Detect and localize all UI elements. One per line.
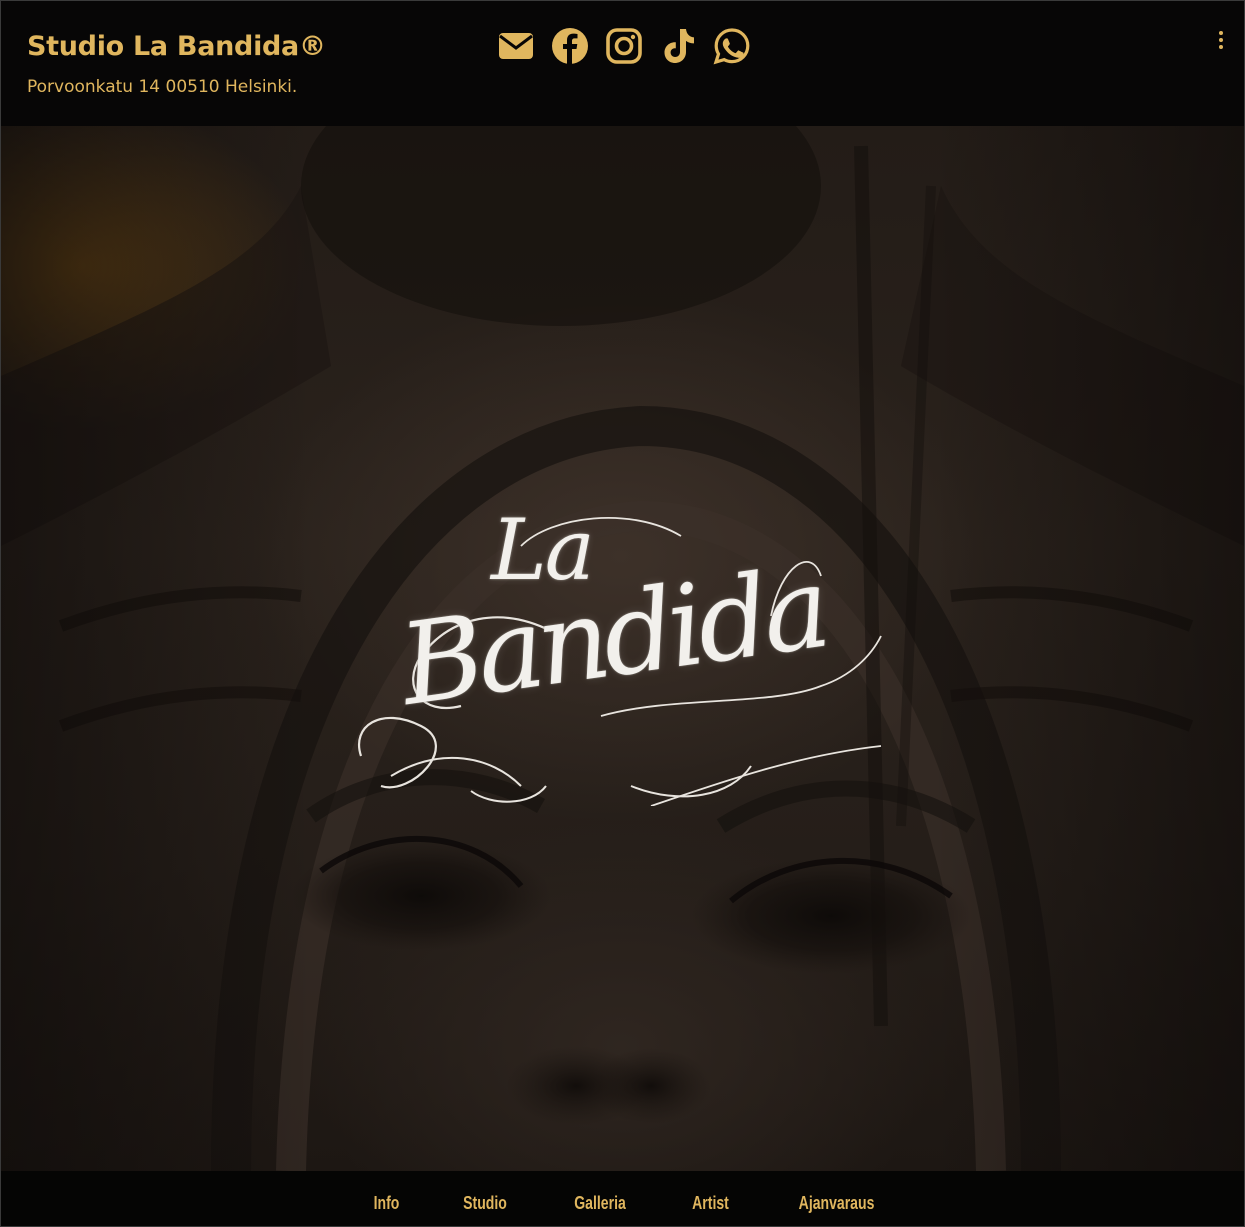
nav-item-studio[interactable]: Studio [463, 1185, 507, 1214]
nav-item-galleria[interactable]: Galleria [574, 1185, 626, 1214]
envelope-icon[interactable] [497, 27, 535, 65]
whatsapp-icon[interactable] [713, 27, 751, 65]
instagram-icon[interactable] [605, 27, 643, 65]
tiktok-icon[interactable] [659, 27, 697, 65]
social-links [497, 27, 751, 65]
nav-item-ajanvaraus[interactable]: Ajanvaraus [799, 1185, 875, 1214]
bottom-nav: Info Studio Galleria Artist Ajanvaraus [1, 1171, 1244, 1226]
nav-item-artist[interactable]: Artist [692, 1185, 729, 1214]
kebab-menu-icon[interactable] [1216, 31, 1226, 53]
facebook-icon[interactable] [551, 27, 589, 65]
site-title[interactable]: Studio La Bandida® [27, 31, 326, 62]
hero-banner: La Bandida [1, 126, 1244, 1171]
studio-address: Porvoonkatu 14 00510 Helsinki. [27, 77, 298, 97]
page: Studio La Bandida® Porvoonkatu 14 00510 … [0, 0, 1245, 1227]
nav-item-info[interactable]: Info [374, 1185, 400, 1214]
la-bandida-logo: La Bandida [351, 501, 891, 806]
site-header: Studio La Bandida® Porvoonkatu 14 00510 … [1, 1, 1244, 126]
